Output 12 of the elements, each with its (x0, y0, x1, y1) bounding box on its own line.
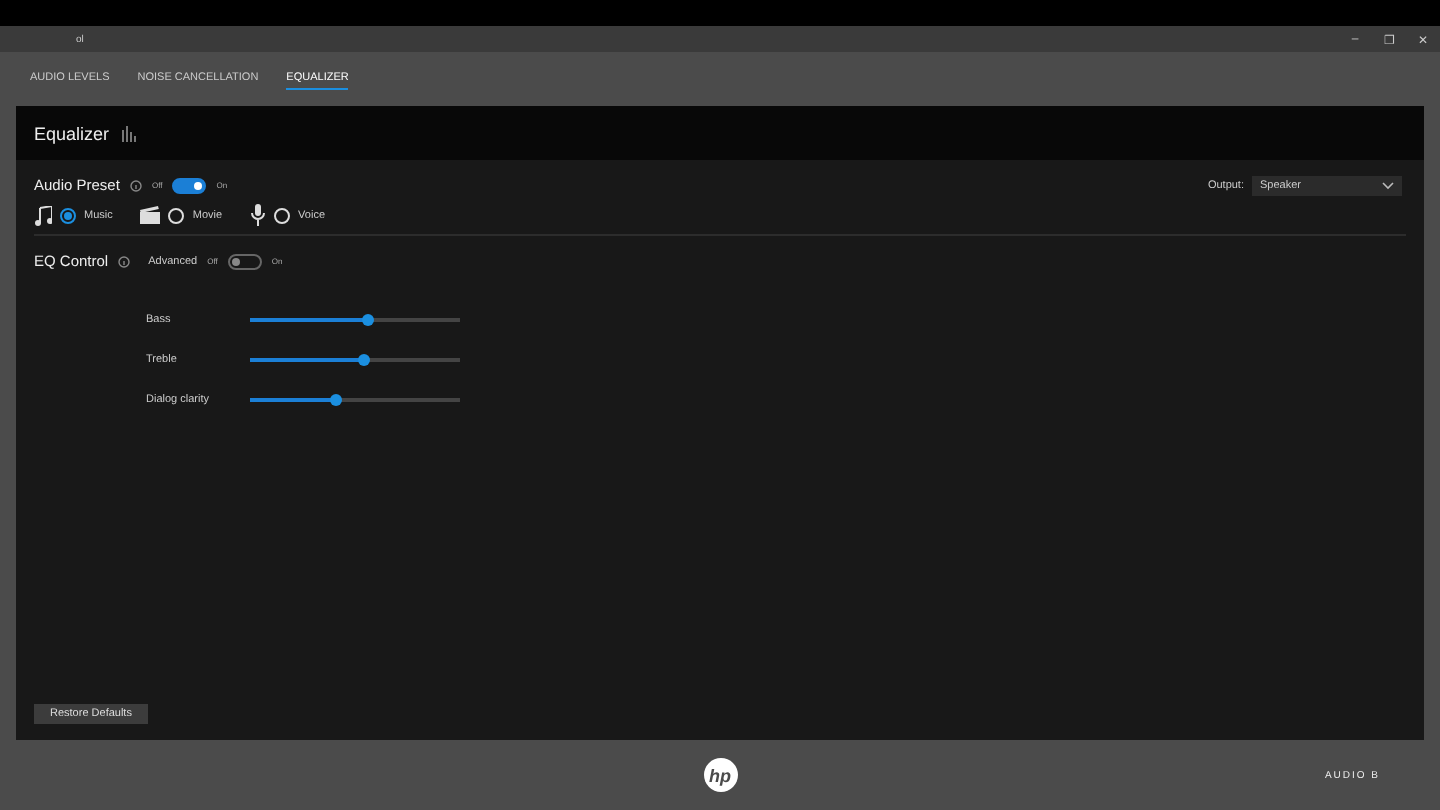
toggle-switch[interactable] (172, 177, 207, 193)
logo: hp (703, 758, 737, 792)
microphone-icon (250, 204, 267, 226)
music-note-icon (34, 205, 52, 225)
chevron-icon (1382, 182, 1394, 190)
clapperboard-icon (140, 206, 161, 224)
info-icon (118, 255, 131, 267)
info-icon (129, 179, 142, 191)
radio-button[interactable] (60, 207, 76, 223)
panel-title: Equalizer (34, 123, 110, 143)
toggle-switch[interactable] (227, 253, 262, 269)
equalizer-icon (121, 125, 138, 141)
